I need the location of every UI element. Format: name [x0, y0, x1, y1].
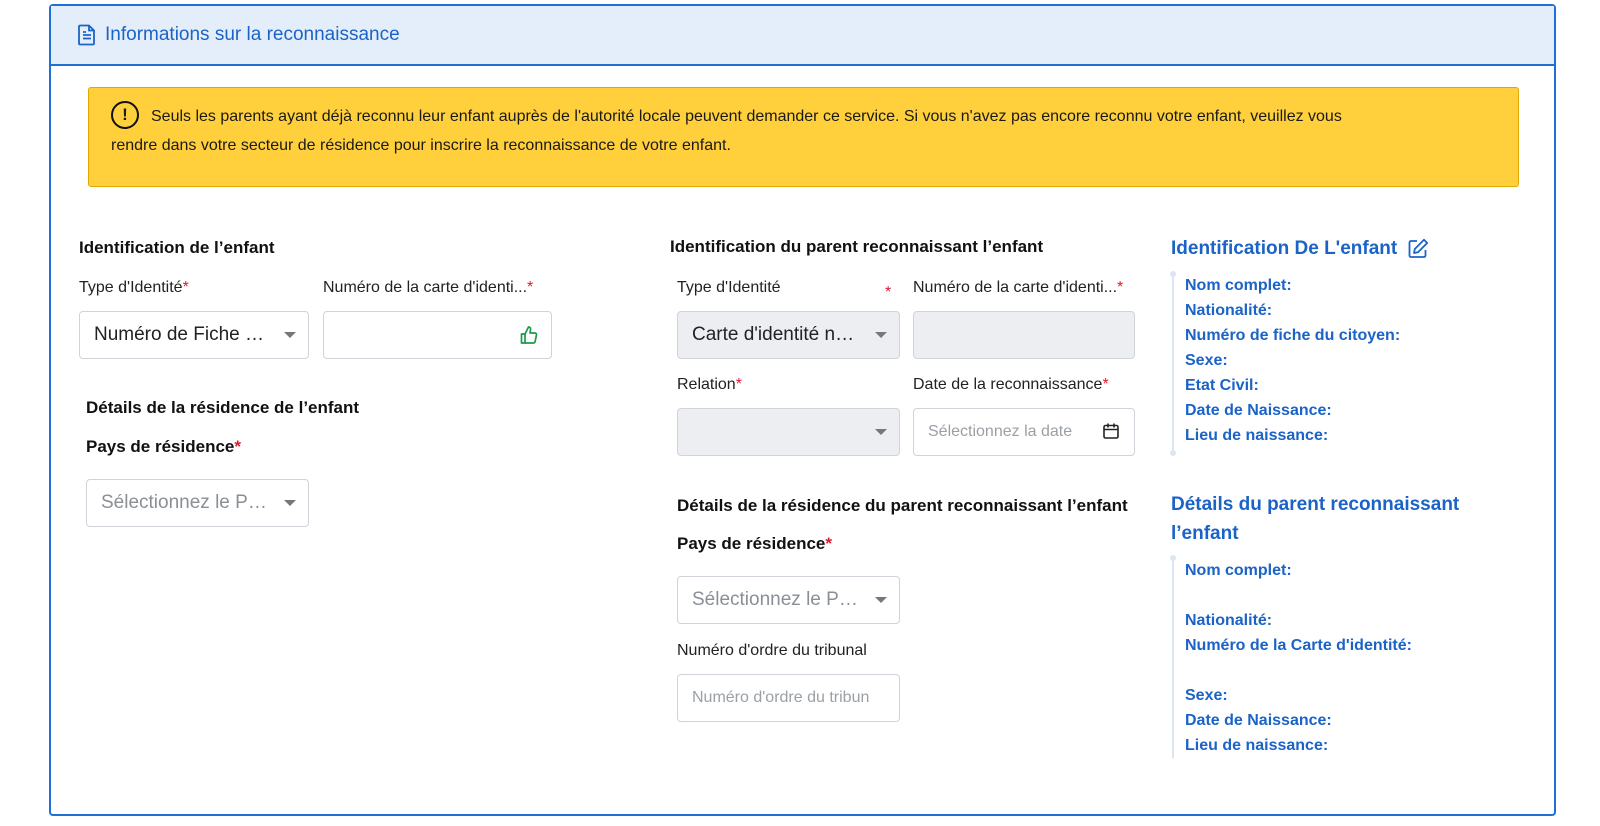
parent-summary-list: Nom complet: Nationalité: Numéro de la C… [1185, 558, 1412, 758]
summary-item: Nationalité: [1185, 302, 1273, 319]
warning-alert: ! Seuls les parents ayant déjà reconnu le… [88, 87, 1519, 187]
recognition-info-card: Informations sur la reconnaissance ! Seul… [49, 4, 1556, 816]
timeline-dot [1170, 450, 1176, 456]
thumbs-up-icon [519, 325, 539, 345]
child-section-title: Identification de l’enfant [79, 238, 275, 257]
exclamation-circle-icon: ! [111, 100, 139, 129]
timeline-dot [1170, 271, 1176, 277]
child-summary-title: Identification De L'enfant [1171, 234, 1429, 263]
parent-country-label: Pays de résidence* [677, 534, 832, 553]
chevron-down-icon [875, 332, 887, 338]
card-title: Informations sur la reconnaissance [105, 24, 400, 45]
child-id-type-select[interactable]: Numéro de Fiche d... [79, 311, 309, 359]
child-id-type-label: Type d'Identité* [79, 279, 189, 296]
tribunal-number-input[interactable]: Numéro d'ordre du tribun [677, 674, 900, 722]
chevron-down-icon [875, 429, 887, 435]
summary-item: Date de Naissance: [1185, 402, 1332, 419]
summary-item: Nom complet: [1185, 562, 1292, 579]
chevron-down-icon [875, 597, 887, 603]
summary-item: Numéro de la Carte d'identité: [1185, 637, 1412, 654]
calendar-icon [1102, 422, 1122, 442]
summary-item: Sexe: [1185, 687, 1228, 704]
parent-id-type-label: Type d'Identité [677, 279, 781, 296]
chevron-down-icon [284, 332, 296, 338]
parent-country-select[interactable]: Sélectionnez le Pays [677, 576, 900, 624]
relation-label: Relation* [677, 376, 742, 393]
child-id-number-input[interactable] [323, 311, 552, 359]
parent-id-number-label: Numéro de la carte d'identi...* [913, 279, 1124, 296]
child-summary-timeline [1172, 274, 1174, 454]
child-country-label: Pays de résidence* [86, 437, 241, 456]
parent-id-type-select[interactable]: Carte d'identité na... [677, 311, 900, 359]
child-id-number-label: Numéro de la carte d'identi...* [323, 279, 534, 296]
alert-text-line2: rendre dans votre secteur de résidence p… [111, 137, 731, 154]
tribunal-number-label: Numéro d'ordre du tribunal [677, 642, 867, 659]
summary-item: Lieu de naissance: [1185, 427, 1329, 444]
child-summary-list: Nom complet: Nationalité: Numéro de fich… [1185, 273, 1400, 448]
recognition-date-picker[interactable]: Sélectionnez la date [913, 408, 1135, 456]
document-icon [77, 24, 97, 46]
summary-item: Date de Naissance: [1185, 712, 1332, 729]
summary-item: Numéro de fiche du citoyen: [1185, 327, 1401, 344]
alert-text-line1: Seuls les parents ayant déjà reconnu leu… [151, 108, 1342, 125]
parent-id-number-input[interactable] [913, 311, 1135, 359]
edit-icon[interactable] [1407, 238, 1429, 260]
summary-item: Sexe: [1185, 352, 1228, 369]
timeline-dot [1170, 555, 1176, 561]
parent-summary-timeline [1172, 558, 1174, 758]
parent-summary-title: Détails du parent reconnaissant l’enfant [1171, 494, 1460, 544]
child-residence-title: Détails de la résidence de l’enfant [86, 398, 360, 417]
recognition-date-label: Date de la reconnaissance* [913, 376, 1109, 393]
summary-item: Nom complet: [1185, 277, 1292, 294]
parent-id-type-required: * [885, 284, 892, 301]
summary-item: Nationalité: [1185, 612, 1273, 629]
parent-residence-title: Détails de la résidence du parent reconn… [677, 496, 1128, 515]
summary-item: Lieu de naissance: [1185, 737, 1329, 754]
parent-section-title: Identification du parent reconnaissant l… [670, 237, 1044, 256]
card-header: Informations sur la reconnaissance [51, 6, 1554, 66]
child-country-select[interactable]: Sélectionnez le Pays [86, 479, 309, 527]
summary-item: Etat Civil: [1185, 377, 1259, 394]
relation-select[interactable] [677, 408, 900, 456]
chevron-down-icon [284, 500, 296, 506]
